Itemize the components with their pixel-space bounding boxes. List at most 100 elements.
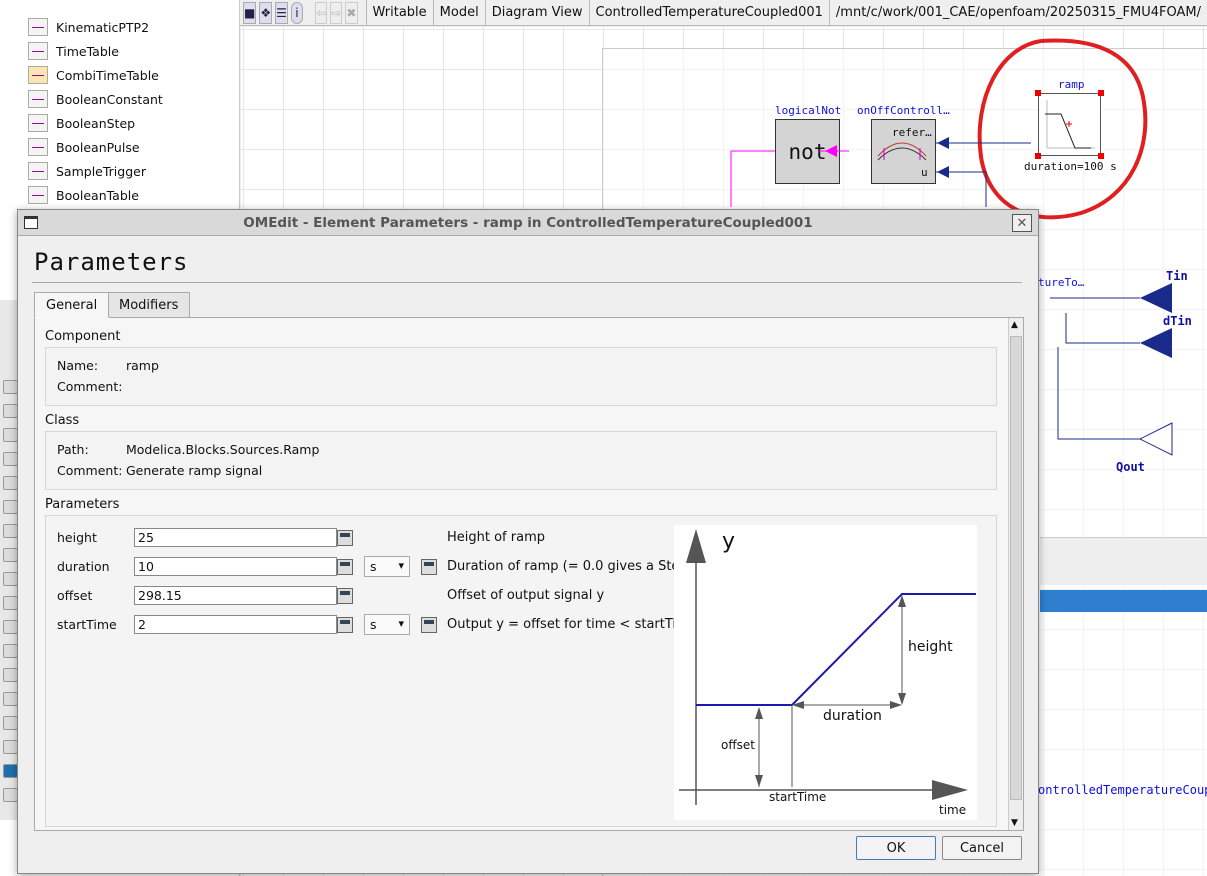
info-icon[interactable]: i [290, 1, 304, 24]
param-description: Height of ramp [447, 530, 545, 545]
unit-select[interactable]: s [364, 614, 410, 635]
library-item[interactable]: CombiTimeTable [28, 64, 159, 86]
library-item[interactable]: BooleanConstant [28, 88, 163, 110]
library-item[interactable]: BooleanTable [28, 184, 139, 206]
cancel-button[interactable]: Cancel [942, 836, 1022, 860]
window-icon [24, 216, 38, 229]
class-group: Path: Modelica.Blocks.Sources.Ramp Comme… [45, 431, 997, 490]
tool-icon[interactable] [3, 548, 18, 562]
library-item[interactable]: SampleTrigger [28, 160, 146, 182]
offset-input[interactable]: 298.15 [134, 586, 337, 605]
table-icon [28, 186, 48, 204]
block-icon [28, 114, 48, 132]
section-title: Component [45, 329, 121, 344]
tool-icon[interactable] [3, 692, 18, 706]
library-item[interactable]: KinematicPTP2 [28, 16, 149, 38]
delete-icon[interactable]: ✖ [345, 1, 358, 24]
writable-status: Writable [365, 0, 433, 26]
unit-select[interactable]: s [364, 556, 410, 577]
scroll-up-icon[interactable]: ▲ [1011, 320, 1018, 330]
component-group: Name: ramp Comment: [45, 347, 997, 406]
starttime-input[interactable]: 2 [134, 615, 337, 634]
figure-label: time [939, 803, 967, 817]
library-item-label: SampleTrigger [56, 163, 146, 179]
model-type: Model [432, 0, 485, 26]
figure-label: y [722, 529, 736, 554]
view-type: Diagram View [484, 0, 589, 26]
vertical-scrollbar[interactable]: ▲ ▼ [1008, 318, 1023, 830]
close-icon[interactable]: ✕ [1012, 214, 1032, 232]
general-tab-panel: Component Name: ramp Comment: Class Path… [34, 317, 1024, 831]
io-connectors [1050, 283, 1173, 456]
library-item-label: BooleanStep [56, 115, 136, 131]
tool-icon[interactable] [3, 716, 18, 730]
run-icon[interactable] [3, 764, 18, 778]
unit-toggle-icon[interactable] [421, 559, 437, 575]
class-path: Modelica.Blocks.Sources.Ramp [126, 442, 320, 457]
block-icon [28, 18, 48, 36]
tool-icon[interactable] [3, 476, 18, 490]
figure-label: startTime [769, 790, 827, 804]
tool-icon[interactable] [3, 668, 18, 682]
scroll-thumb[interactable] [1010, 336, 1022, 800]
diagram-toolbar: ■ ❖ ☰ i ⇦ ⇨ ✖ Writable Model Diagram Vie… [240, 0, 1207, 26]
field-label: Name: [57, 358, 99, 373]
library-item[interactable]: TimeTable [28, 40, 119, 62]
ramp-diagram [679, 529, 976, 805]
divider [32, 282, 1022, 283]
connect-mode-icon[interactable]: ■ [243, 1, 257, 24]
element-parameters-dialog: OMEdit - Element Parameters - ramp in Co… [17, 209, 1039, 874]
tool-icon[interactable] [3, 572, 18, 586]
block-label: onOffControll… [857, 104, 950, 117]
unit-toggle-icon[interactable] [421, 617, 437, 633]
library-item-label: CombiTimeTable [56, 67, 159, 83]
tool-icon[interactable] [3, 404, 18, 418]
tab-modifiers[interactable]: Modifiers [107, 292, 191, 318]
height-input[interactable]: 25 [134, 528, 337, 547]
dialog-title-bar: OMEdit - Element Parameters - ramp in Co… [18, 210, 1038, 236]
scroll-down-icon[interactable]: ▼ [1011, 818, 1018, 828]
run-icon[interactable] [3, 788, 18, 802]
ramp-documentation-figure: y height duration offset startTime time [674, 525, 977, 820]
final-toggle-icon[interactable] [337, 617, 353, 633]
run-icon[interactable] [3, 740, 18, 754]
model-name: ControlledTemperatureCoupled001 [588, 0, 829, 26]
param-name: height [57, 530, 97, 545]
final-toggle-icon[interactable] [337, 588, 353, 604]
section-title: Class [45, 413, 80, 428]
tool-icon[interactable] [3, 644, 18, 658]
param-name: startTime [57, 617, 117, 632]
field-label: Comment: [57, 463, 123, 478]
final-toggle-icon[interactable] [337, 530, 353, 546]
connection-lines [730, 137, 1031, 207]
tool-icon[interactable] [3, 380, 18, 394]
duration-input[interactable]: 10 [134, 557, 337, 576]
figure-label: offset [721, 738, 755, 752]
parameters-group: height 25 Height of ramp duration 10 s D… [45, 515, 997, 827]
undo-icon[interactable]: ⇦ [315, 1, 328, 24]
redo-icon[interactable]: ⇨ [330, 1, 343, 24]
figure-label: duration [823, 708, 882, 724]
library-item[interactable]: BooleanPulse [28, 136, 140, 158]
tool-icon[interactable] [3, 428, 18, 442]
file-path: /mnt/c/work/001_CAE/openfoam/20250315_FM… [828, 0, 1207, 26]
class-comment: Generate ramp signal [126, 463, 263, 478]
text-view-icon[interactable]: ☰ [275, 1, 288, 24]
tool-icon[interactable] [3, 452, 18, 466]
tool-icon[interactable] [3, 596, 18, 610]
param-description: Output y = offset for time < startTime [447, 617, 697, 632]
final-toggle-icon[interactable] [337, 559, 353, 575]
library-item-label: TimeTable [56, 43, 119, 59]
library-item[interactable]: BooleanStep [28, 112, 135, 134]
param-name: offset [57, 588, 93, 603]
transition-mode-icon[interactable]: ❖ [259, 1, 273, 24]
tool-icon[interactable] [3, 500, 18, 514]
ok-button[interactable]: OK [856, 836, 936, 860]
param-description: Duration of ramp (= 0.0 gives a Step) [447, 559, 693, 574]
figure-label: height [908, 639, 953, 655]
tool-icon[interactable] [3, 620, 18, 634]
tool-icon[interactable] [3, 524, 18, 538]
right-panel [1040, 537, 1207, 585]
tab-general[interactable]: General [34, 292, 110, 318]
progress-bar [1040, 590, 1207, 612]
